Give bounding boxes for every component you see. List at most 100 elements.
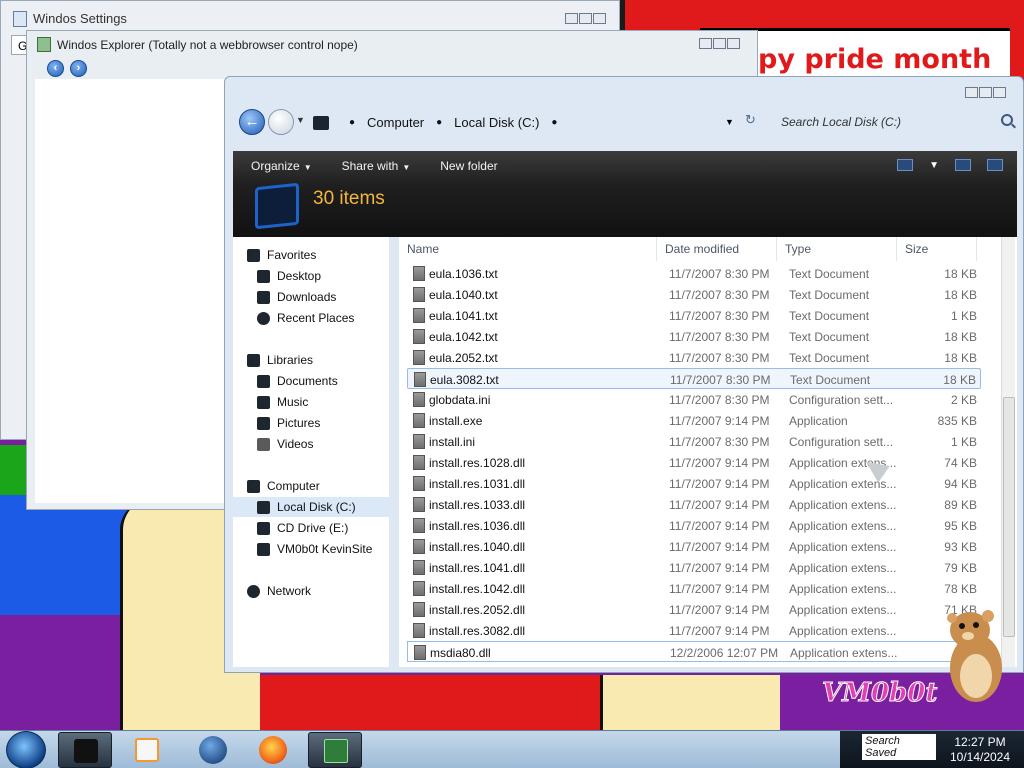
close-icon[interactable] [727,38,740,49]
browser-explorer-window-controls [699,38,740,49]
nav-cd-drive[interactable]: CD Drive (E:) [233,518,348,538]
taskbar-globe-button[interactable] [186,732,240,768]
file-row[interactable]: install.res.1040.dll 11/7/2007 9:14 PM App… [407,536,981,557]
file-row[interactable]: eula.1042.txt 11/7/2007 8:30 PM Text Docum… [407,326,981,347]
file-name: eula.1042.txt [429,330,498,344]
clock[interactable]: 12:27 PM 10/14/2024 [942,735,1018,765]
new-folder-button[interactable]: New folder [440,159,497,173]
breadcrumb-separator-icon[interactable]: ● [436,117,442,128]
minimize-icon[interactable] [565,13,578,24]
file-row[interactable]: eula.3082.txt 11/7/2007 8:30 PM Text Docum… [407,368,981,389]
column-header-date[interactable]: Date modified [657,237,777,261]
nav-favorites[interactable]: Favorites [233,245,316,265]
system-tray: Search Saved 12:27 PM 10/14/2024 [840,731,1024,768]
file-icon [413,539,425,554]
vertical-scrollbar[interactable] [1001,237,1015,667]
minimize-icon[interactable] [965,87,978,98]
address-bar[interactable]: ● Computer ● Local Disk (C:) ● [307,110,767,135]
file-row[interactable]: eula.1040.txt 11/7/2007 8:30 PM Text Docum… [407,284,981,305]
file-row[interactable]: install.res.1041.dll 11/7/2007 9:14 PM App… [407,557,981,578]
browser-explorer-titlebar[interactable]: Windos Explorer (Totally not a webbrowse… [27,31,757,57]
file-row[interactable]: install.res.1036.dll 11/7/2007 9:14 PM App… [407,515,981,536]
maximize-icon[interactable] [579,13,592,24]
file-size: 1 KB [950,435,977,449]
file-row[interactable]: install.res.1033.dll 11/7/2007 9:14 PM App… [407,494,981,515]
search-input[interactable]: Search Local Disk (C:) [781,110,1015,135]
taskbar-explorer-button[interactable] [58,732,112,768]
taskbar-media-button[interactable] [120,732,174,768]
explorer-window[interactable]: ← ▼ ● Computer ● Local Disk (C:) ● ▼ ↻ S… [224,76,1024,673]
file-name: install.res.2052.dll [429,603,526,617]
file-date: 11/7/2007 9:14 PM [669,456,770,470]
file-row[interactable]: globdata.ini 11/7/2007 8:30 PM Configurati… [407,389,981,410]
nav-computer[interactable]: Computer [233,476,320,496]
nav-network[interactable]: Network [233,581,311,601]
nav-desktop[interactable]: Desktop [233,266,321,286]
file-row[interactable]: install.ini 11/7/2007 8:30 PM Configuratio… [407,431,981,452]
globe-icon [199,736,227,764]
scrollbar-thumb[interactable] [1003,397,1015,637]
refresh-icon[interactable]: ↻ [745,112,756,128]
breadcrumb-computer[interactable]: Computer [367,115,424,130]
organize-button[interactable]: Organize ▼ [251,159,312,173]
forward-button[interactable] [268,109,294,135]
file-row[interactable]: eula.1041.txt 11/7/2007 8:30 PM Text Docum… [407,305,981,326]
file-icon [413,497,425,512]
file-row[interactable]: install.res.1031.dll 11/7/2007 9:14 PM App… [407,473,981,494]
nav-videos[interactable]: Videos [233,434,313,454]
back-button[interactable]: ← [239,109,265,135]
chevron-down-icon[interactable]: ▼ [929,160,939,171]
file-row[interactable]: msdia80.dll 12/2/2006 12:07 PM Application… [407,641,981,662]
file-row[interactable]: install.res.1042.dll 11/7/2007 9:14 PM App… [407,578,981,599]
search-icon[interactable] [1001,114,1013,126]
column-header-type[interactable]: Type [777,237,897,261]
file-row[interactable]: eula.1036.txt 11/7/2007 8:30 PM Text Docum… [407,263,981,284]
maximize-icon[interactable] [713,38,726,49]
share-with-label: Share with [341,159,399,173]
recent-pages-dropdown-icon[interactable]: ▼ [296,115,305,125]
settings-titlebar[interactable]: Windos Settings [1,1,619,33]
file-size: 95 KB [944,519,977,533]
file-row[interactable]: install.res.1028.dll 11/7/2007 9:14 PM App… [407,452,981,473]
view-options-icon[interactable] [897,159,914,171]
nav-recent-places[interactable]: Recent Places [233,308,354,328]
back-button[interactable]: ‹ [47,60,64,77]
wallpaper-yellow-figure-2 [600,675,790,730]
preview-pane-icon[interactable] [955,159,971,171]
minimize-icon[interactable] [699,38,712,49]
taskbar-task-manager-button[interactable] [308,732,362,768]
taskbar-firefox-button[interactable] [246,732,300,768]
breadcrumb-local-disk[interactable]: Local Disk (C:) [454,115,539,130]
file-row[interactable]: eula.2052.txt 11/7/2007 8:30 PM Text Docum… [407,347,981,368]
file-icon [413,350,425,365]
share-with-button[interactable]: Share with ▼ [342,159,411,173]
column-header-name[interactable]: Name [399,237,657,261]
nav-vm-site[interactable]: VM0b0t KevinSite [233,539,372,559]
nav-local-disk[interactable]: Local Disk (C:) [233,497,389,517]
nav-music[interactable]: Music [233,392,308,412]
file-icon [413,602,425,617]
breadcrumb-separator-icon[interactable]: ● [551,117,557,128]
search-saved-badge[interactable]: Search Saved [862,734,936,760]
address-dropdown-icon[interactable]: ▼ [725,117,734,127]
maximize-icon[interactable] [979,87,992,98]
file-row[interactable]: install.res.3082.dll 11/7/2007 9:14 PM App… [407,620,981,641]
file-type: Configuration sett... [789,393,894,407]
forward-button[interactable]: › [70,60,87,77]
column-header-size[interactable]: Size [897,237,977,261]
breadcrumb-separator-icon[interactable]: ● [349,117,355,128]
file-type: Application extens... [789,498,897,512]
nav-documents[interactable]: Documents [233,371,338,391]
nav-pictures[interactable]: Pictures [233,413,320,433]
nav-libraries[interactable]: Libraries [233,350,313,370]
file-date: 11/7/2007 8:30 PM [669,393,770,407]
nav-downloads[interactable]: Downloads [233,287,336,307]
file-row[interactable]: install.res.2052.dll 11/7/2007 9:14 PM App… [407,599,981,620]
file-row[interactable]: install.exe 11/7/2007 9:14 PM Application 8… [407,410,981,431]
file-type: Text Document [789,288,870,302]
close-icon[interactable] [593,13,606,24]
start-button[interactable] [6,731,46,768]
close-icon[interactable] [993,87,1006,98]
file-date: 11/7/2007 8:30 PM [669,435,770,449]
help-icon[interactable] [987,159,1003,171]
